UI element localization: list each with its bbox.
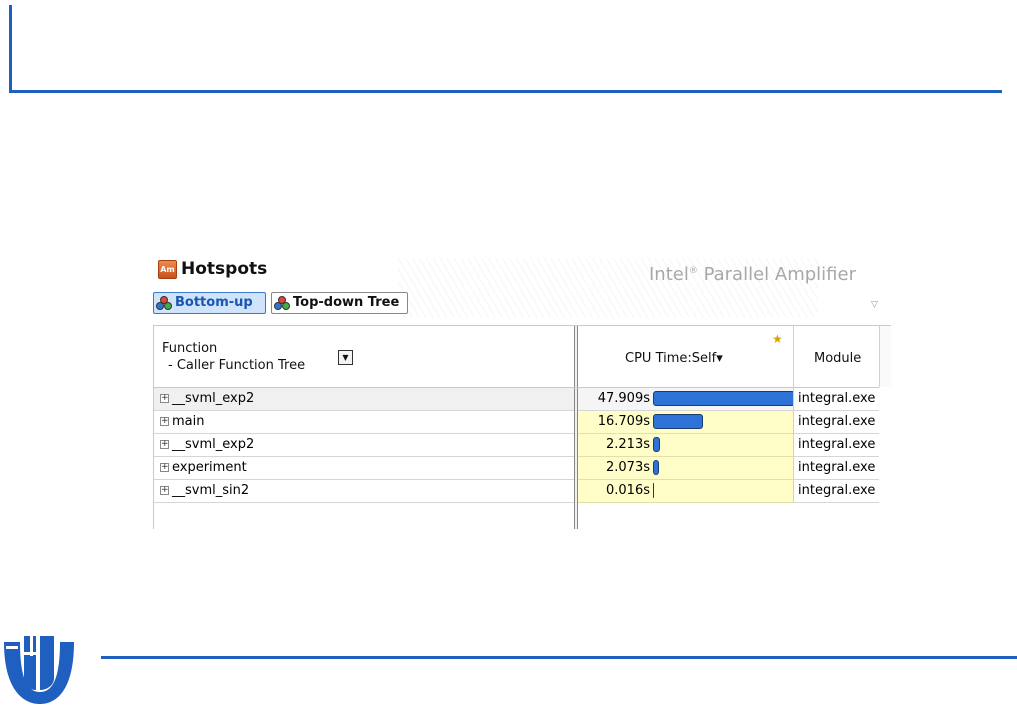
- cpu-time-cell: 47.909s: [578, 388, 795, 411]
- module-cell: integral.exe: [793, 411, 879, 434]
- cpu-time-bar: [653, 460, 659, 475]
- function-name: __svml_exp2: [172, 391, 255, 406]
- slide-top-rule: [9, 90, 1002, 93]
- plus-box-icon[interactable]: +: [160, 394, 169, 403]
- cpu-time-value: 0.016s: [606, 483, 650, 498]
- module-cell: integral.exe: [793, 457, 879, 480]
- slide-top-left-bar: [9, 5, 12, 93]
- module-value: integral.exe: [798, 460, 876, 475]
- function-name: experiment: [172, 460, 247, 475]
- column-header-function-label: Function: [162, 341, 218, 356]
- table-row[interactable]: + main 16.709s integral.exe: [154, 411, 879, 434]
- table-row[interactable]: + __svml_exp2 2.213s integral.exe: [154, 434, 879, 457]
- module-cell: integral.exe: [793, 388, 879, 411]
- function-cell[interactable]: + main: [154, 411, 574, 434]
- brand-product: Parallel Amplifier: [697, 264, 856, 285]
- plus-box-icon[interactable]: +: [160, 463, 169, 472]
- cpu-time-cell: 16.709s: [578, 411, 793, 434]
- cpu-time-value: 2.073s: [606, 460, 650, 475]
- module-value: integral.exe: [798, 483, 876, 498]
- cpu-time-bar: [653, 437, 660, 452]
- plus-box-icon[interactable]: +: [160, 417, 169, 426]
- function-name: __svml_exp2: [172, 437, 255, 452]
- table-row[interactable]: + experiment 2.073s integral.exe: [154, 457, 879, 480]
- cpu-time-bar: [653, 391, 795, 406]
- function-cell[interactable]: + experiment: [154, 457, 574, 480]
- hotspots-header: Am Hotspots Intel® Parallel Amplifier ▽ …: [153, 258, 889, 322]
- module-cell: integral.exe: [793, 480, 879, 503]
- cpu-time-cell: 0.016s: [578, 480, 793, 503]
- tab-bottom-up[interactable]: Bottom-up: [153, 292, 266, 314]
- function-cell[interactable]: + __svml_sin2: [154, 480, 574, 503]
- column-header-module-label: Module: [814, 351, 862, 366]
- brand-label: Intel® Parallel Amplifier: [649, 264, 856, 285]
- function-cell[interactable]: + __svml_exp2: [154, 388, 574, 411]
- cpu-time-cell: 2.073s: [578, 457, 793, 480]
- column-header-grouping-label: - Caller Function Tree: [168, 358, 306, 373]
- table-row[interactable]: + __svml_sin2 0.016s integral.exe: [154, 480, 879, 503]
- cpu-time-bar: [653, 414, 703, 429]
- column-header-cpu-time[interactable]: ★ CPU Time:Self▾: [578, 326, 793, 387]
- cpu-time-value: 16.709s: [597, 414, 650, 429]
- column-header-function[interactable]: Function - Caller Function Tree ▼: [154, 326, 574, 387]
- cpu-time-bar: [653, 483, 654, 498]
- vertical-scrollbar[interactable]: [879, 326, 891, 387]
- tab-bottom-up-label: Bottom-up: [175, 295, 253, 310]
- cpu-time-value: 47.909s: [597, 391, 650, 406]
- plus-box-icon[interactable]: +: [160, 440, 169, 449]
- tab-top-down-label: Top-down Tree: [293, 295, 400, 310]
- chevron-down-icon: ▾: [716, 351, 723, 366]
- cpu-time-cell: 2.213s: [578, 434, 793, 457]
- page-title: Hotspots: [181, 259, 268, 279]
- amplifier-icon: Am: [158, 260, 177, 279]
- brand-name: Intel: [649, 264, 689, 285]
- grouping-dropdown-button[interactable]: ▼: [338, 350, 353, 365]
- column-header-module[interactable]: Module: [793, 326, 880, 387]
- function-cell[interactable]: + __svml_exp2: [154, 434, 574, 457]
- module-value: integral.exe: [798, 414, 876, 429]
- column-header-cpu-time-label: CPU Time:Self▾: [625, 351, 723, 366]
- molecule-icon: [274, 296, 290, 310]
- module-value: integral.exe: [798, 391, 876, 406]
- function-name: main: [172, 414, 205, 429]
- cpu-time-value: 2.213s: [606, 437, 650, 452]
- star-icon: ★: [772, 332, 783, 346]
- empty-area-cpu: [578, 503, 793, 529]
- triangle-down-icon[interactable]: ▽: [871, 300, 878, 310]
- module-value: integral.exe: [798, 437, 876, 452]
- tab-top-down-tree[interactable]: Top-down Tree: [271, 292, 408, 314]
- empty-area-function: [154, 503, 574, 529]
- module-cell: integral.exe: [793, 434, 879, 457]
- university-logo: [4, 636, 74, 704]
- function-name: __svml_sin2: [172, 483, 250, 498]
- hotspots-grid: Function - Caller Function Tree ▼ ★ CPU …: [153, 325, 891, 529]
- table-row[interactable]: + __svml_exp2 47.909s integral.exe: [154, 388, 879, 411]
- slide-bottom-rule: [101, 656, 1017, 659]
- cpu-time-label-text: CPU Time:Self: [625, 351, 717, 366]
- plus-box-icon[interactable]: +: [160, 486, 169, 495]
- registered-mark: ®: [688, 266, 698, 276]
- molecule-icon: [156, 296, 172, 310]
